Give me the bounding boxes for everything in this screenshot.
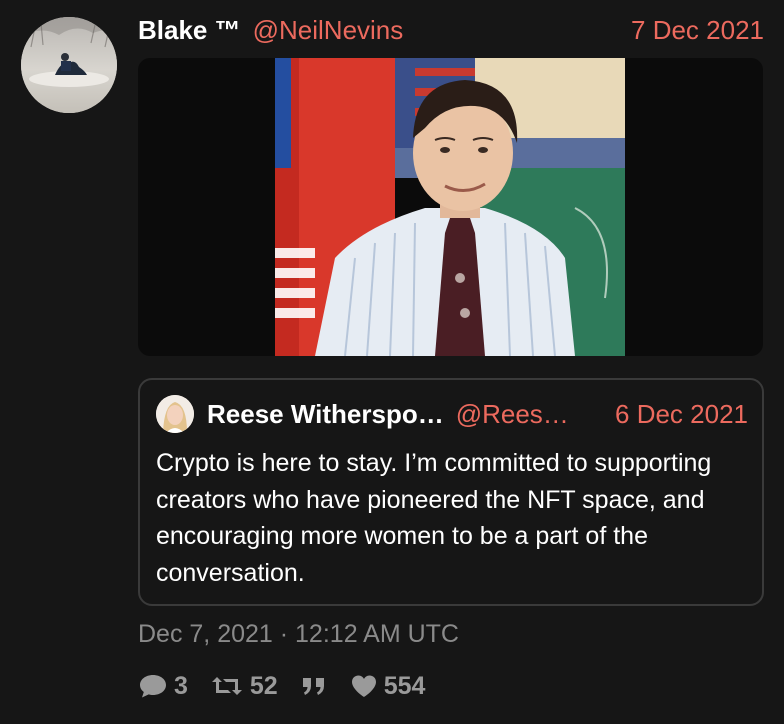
quote-stat[interactable]: [300, 673, 328, 699]
quoted-author-handle[interactable]: @Rees…: [456, 399, 569, 430]
like-count: 554: [383, 671, 426, 700]
author-handle[interactable]: @NeilNevins: [253, 15, 404, 46]
author-avatar[interactable]: [21, 17, 117, 113]
tweet-header: Blake ™ @NeilNevins 7 Dec 2021: [138, 12, 764, 48]
quote-icon: [302, 678, 324, 695]
retweet-icon: [211, 677, 242, 695]
tweet-stats: 3 52 554: [138, 668, 447, 704]
retweet-count: 52: [249, 671, 278, 700]
quoted-tweet-text: Crypto is here to stay. I’m committed to…: [156, 449, 712, 587]
reply-stat[interactable]: 3: [138, 672, 188, 701]
quoted-author-display-name[interactable]: Reese Witherspo…: [207, 399, 444, 430]
quoted-author-avatar-image: [156, 395, 194, 433]
quoted-tweet-header: Reese Witherspo… @Rees… 6 Dec 2021: [156, 394, 748, 434]
quoted-author-avatar[interactable]: [156, 395, 194, 433]
retweet-stat[interactable]: 52: [210, 672, 278, 701]
author-display-name[interactable]: Blake ™: [138, 15, 241, 46]
reply-count: 3: [174, 671, 188, 700]
author-avatar-image: [21, 17, 117, 113]
quoted-tweet[interactable]: Reese Witherspo… @Rees… 6 Dec 2021 Crypt…: [138, 378, 764, 606]
tweet-media-image: [275, 58, 625, 356]
tweet-timestamp[interactable]: Dec 7, 2021 · 12:12 AM UTC: [138, 620, 459, 649]
tweet-media[interactable]: [138, 58, 763, 356]
tweet-date[interactable]: 7 Dec 2021: [631, 15, 764, 46]
heart-icon: [351, 675, 376, 697]
quoted-tweet-date[interactable]: 6 Dec 2021: [615, 399, 748, 430]
like-stat[interactable]: 554: [350, 671, 426, 701]
comment-icon: [140, 675, 166, 698]
